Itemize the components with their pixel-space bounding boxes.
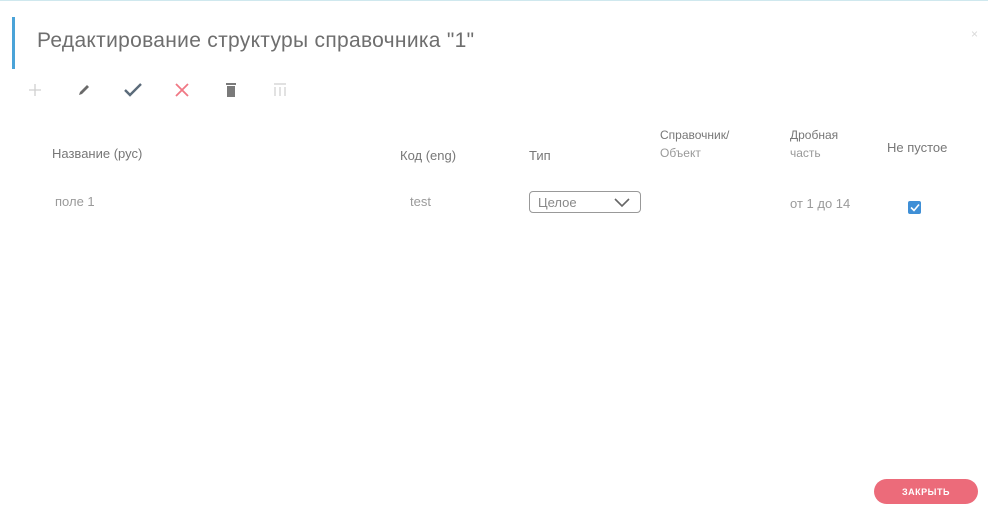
toolbar — [24, 77, 318, 103]
header-not-empty: Не пустое — [887, 140, 948, 155]
delete-icon[interactable] — [220, 79, 242, 101]
header-ref-line1: Справочник/ — [660, 128, 730, 142]
row-fraction[interactable]: от 1 до 14 — [790, 196, 866, 211]
row-code[interactable]: test — [410, 194, 431, 209]
structure-edit-dialog: Редактирование структуры справочника "1"… — [0, 0, 988, 511]
header-frac-line1: Дробная — [790, 128, 839, 142]
not-empty-checkbox[interactable] — [908, 201, 921, 214]
row-name[interactable]: поле 1 — [55, 194, 95, 209]
confirm-icon[interactable] — [122, 79, 144, 101]
chevron-down-icon — [614, 196, 630, 211]
header-type: Тип — [529, 148, 551, 163]
columns-icon[interactable] — [269, 79, 291, 101]
add-icon[interactable] — [24, 79, 46, 101]
checkmark-icon — [909, 203, 920, 212]
header-ref-line2: Объект — [660, 146, 701, 160]
type-select-value: Целое — [538, 194, 577, 210]
cancel-icon[interactable] — [171, 79, 193, 101]
dialog-title: Редактирование структуры справочника "1" — [37, 29, 475, 52]
type-select[interactable]: Целое — [529, 191, 641, 213]
edit-icon[interactable] — [73, 79, 95, 101]
header-name: Название (рус) — [52, 146, 143, 161]
header-frac-line2: часть — [790, 146, 821, 160]
close-icon[interactable]: × — [971, 27, 978, 41]
close-button[interactable]: ЗАКРЫТЬ — [874, 479, 978, 504]
header-code: Код (eng) — [400, 148, 457, 163]
dialog-header: Редактирование структуры справочника "1" — [12, 17, 474, 69]
